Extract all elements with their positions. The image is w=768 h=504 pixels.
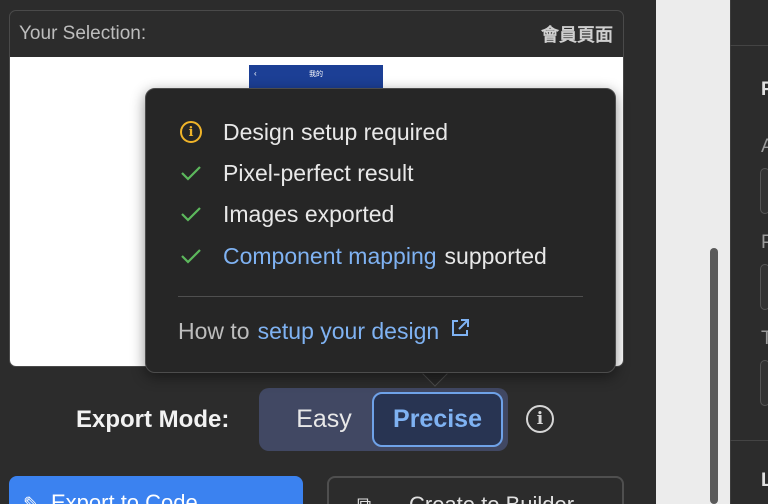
tooltip-divider (178, 296, 583, 297)
side-field-label: P (761, 232, 768, 253)
export-to-code-label: Export to Code (51, 490, 198, 504)
mode-easy-option[interactable]: Easy (271, 393, 377, 446)
preview-thumbnail: ‹ 我的 (249, 65, 383, 89)
export-mode-row: Export Mode: Easy Precise i (0, 388, 656, 452)
check-icon (179, 161, 203, 185)
export-to-code-button[interactable]: ✎ Export to Code (9, 476, 303, 504)
tooltip-item-setup: i Design setup required (179, 117, 448, 147)
selection-header: Your Selection: 會員頁面 (10, 11, 623, 57)
side-section-label: L (761, 470, 768, 491)
export-mode-label: Export Mode: (76, 406, 230, 433)
selection-label: Your Selection: (19, 23, 147, 44)
setup-design-link[interactable]: setup your design (258, 318, 440, 345)
scrollbar-thumb[interactable] (710, 248, 718, 504)
tooltip-item-images: Images exported (179, 199, 394, 229)
tooltip-item-pixel: Pixel-perfect result (179, 158, 413, 188)
tooltip-item-component: Component mapping supported (179, 241, 547, 271)
tooltip-item-text: Design setup required (223, 118, 449, 145)
export-mode-toggle: Easy Precise (259, 388, 508, 451)
side-divider (730, 440, 768, 441)
code-icon: ✎ (23, 492, 40, 504)
howto-line: How to setup your design (178, 317, 471, 345)
tooltip-item-text: supported (444, 242, 547, 269)
side-field-label: T (761, 328, 768, 349)
howto-prefix: How to (178, 317, 250, 344)
selected-page-name: 會員頁面 (541, 25, 613, 46)
side-section-label: P (761, 79, 768, 100)
side-field-input[interactable] (760, 168, 768, 214)
check-icon (179, 202, 203, 226)
mode-precise-option[interactable]: Precise (372, 392, 503, 447)
tooltip-item-text: Images exported (223, 200, 395, 227)
component-mapping-link[interactable]: Component mapping (223, 243, 437, 270)
side-field-input[interactable] (760, 264, 768, 310)
create-to-builder-label: Create to Builder (409, 492, 574, 504)
builder-icon: ⧉ (357, 494, 371, 504)
side-divider (730, 45, 768, 46)
thumbnail-title: 我的 (309, 70, 323, 78)
check-icon (179, 244, 203, 268)
external-link-icon[interactable] (449, 317, 471, 345)
create-to-builder-button[interactable]: ⧉ Create to Builder (327, 476, 624, 504)
export-mode-info-icon[interactable]: i (526, 405, 554, 433)
tooltip-item-text: Pixel-perfect result (223, 159, 414, 186)
side-field-input[interactable] (760, 360, 768, 406)
info-warning-icon: i (179, 120, 203, 144)
export-mode-tooltip: i Design setup required Pixel-perfect re… (145, 88, 616, 373)
side-field-label: A (761, 136, 768, 157)
